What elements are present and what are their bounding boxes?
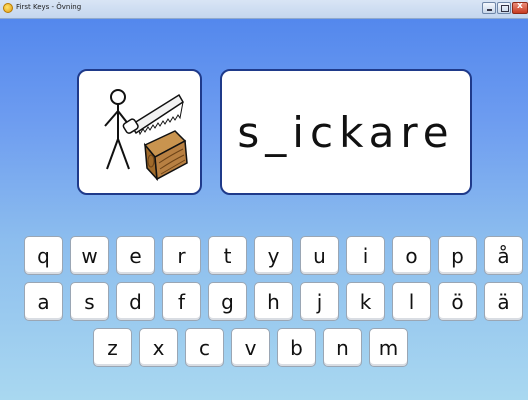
key-x[interactable]: x bbox=[139, 328, 178, 367]
key-e[interactable]: e bbox=[116, 236, 155, 275]
key-s[interactable]: s bbox=[70, 282, 109, 321]
key-g[interactable]: g bbox=[208, 282, 247, 321]
target-word: s_ickare bbox=[237, 107, 455, 157]
key-auml[interactable]: ä bbox=[484, 282, 523, 321]
key-l[interactable]: l bbox=[392, 282, 431, 321]
close-button[interactable] bbox=[512, 1, 528, 14]
app-icon bbox=[3, 3, 13, 13]
key-d[interactable]: d bbox=[116, 282, 155, 321]
key-k[interactable]: k bbox=[346, 282, 385, 321]
key-b[interactable]: b bbox=[277, 328, 316, 367]
key-t[interactable]: t bbox=[208, 236, 247, 275]
key-aring[interactable]: å bbox=[484, 236, 523, 275]
key-y[interactable]: y bbox=[254, 236, 293, 275]
key-q[interactable]: q bbox=[24, 236, 63, 275]
key-a[interactable]: a bbox=[24, 282, 63, 321]
key-z[interactable]: z bbox=[93, 328, 132, 367]
key-p[interactable]: p bbox=[438, 236, 477, 275]
key-m[interactable]: m bbox=[369, 328, 408, 367]
key-ouml[interactable]: ö bbox=[438, 282, 477, 321]
key-u[interactable]: u bbox=[300, 236, 339, 275]
key-j[interactable]: j bbox=[300, 282, 339, 321]
key-r[interactable]: r bbox=[162, 236, 201, 275]
key-v[interactable]: v bbox=[231, 328, 270, 367]
key-f[interactable]: f bbox=[162, 282, 201, 321]
minimize-button[interactable] bbox=[482, 2, 496, 14]
word-card: s_ickare bbox=[220, 69, 472, 195]
app-window: First Keys - Övning s_ickare bbox=[0, 0, 528, 400]
window-title: First Keys - Övning bbox=[16, 3, 82, 11]
key-i[interactable]: i bbox=[346, 236, 385, 275]
key-c[interactable]: c bbox=[185, 328, 224, 367]
maximize-button[interactable] bbox=[497, 2, 511, 14]
key-w[interactable]: w bbox=[70, 236, 109, 275]
key-o[interactable]: o bbox=[392, 236, 431, 275]
key-h[interactable]: h bbox=[254, 282, 293, 321]
key-n[interactable]: n bbox=[323, 328, 362, 367]
symbol-card bbox=[77, 69, 202, 195]
title-bar[interactable]: First Keys - Övning bbox=[0, 0, 528, 19]
person-with-saw-and-wood-icon bbox=[104, 89, 188, 182]
